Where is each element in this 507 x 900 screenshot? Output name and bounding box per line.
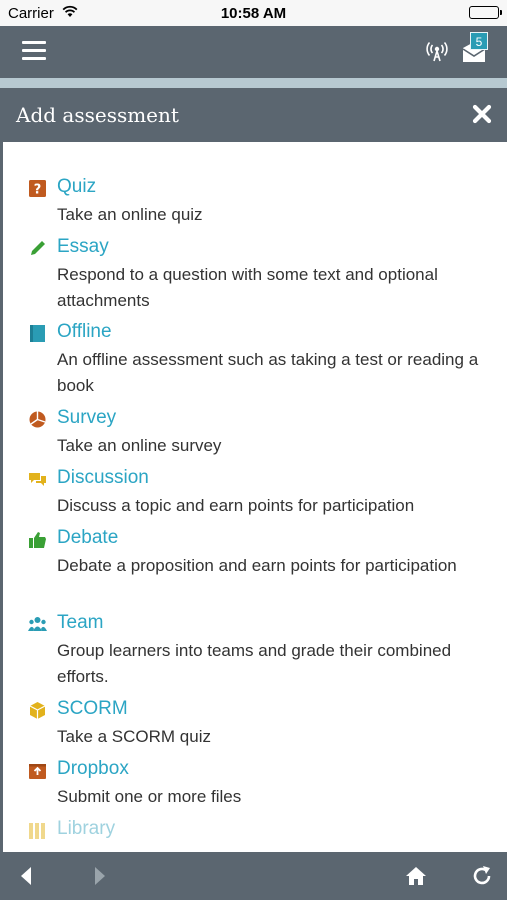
assessment-description: Discuss a topic and earn points for part…	[57, 496, 415, 515]
mail-badge: 5	[470, 32, 488, 50]
assessment-name: Essay	[57, 236, 109, 257]
refresh-button[interactable]	[470, 864, 494, 888]
clock: 10:58 AM	[220, 5, 287, 22]
assessment-description: An offline assessment such as taking a t…	[57, 350, 479, 395]
signal-icon[interactable]	[425, 40, 449, 64]
assessment-name: Quiz	[57, 176, 97, 197]
assessment-name: Team	[57, 612, 104, 633]
menu-icon	[22, 41, 46, 44]
assessment-name: Offline	[57, 321, 112, 342]
assessment-name: Discussion	[57, 467, 149, 488]
close-button[interactable]	[469, 101, 495, 127]
svg-text:?: ?	[34, 183, 42, 198]
refresh-icon	[473, 866, 491, 885]
bottom-toolbar	[0, 852, 507, 900]
forward-icon	[95, 867, 105, 885]
pie-chart-icon	[29, 411, 46, 428]
inbox-icon	[29, 764, 46, 779]
library-icon	[29, 823, 45, 839]
home-button[interactable]	[404, 864, 428, 888]
team-icon	[28, 617, 47, 631]
assessment-name: Survey	[57, 407, 117, 428]
assessment-name: Dropbox	[57, 758, 129, 779]
menu-button[interactable]	[22, 41, 46, 61]
home-icon	[406, 867, 426, 885]
header-accent-strip	[0, 78, 507, 88]
dialog-header: Add assessment	[3, 88, 507, 142]
cube-icon	[29, 702, 46, 719]
book-icon	[30, 325, 45, 342]
app-header: 5	[0, 26, 507, 78]
assessment-description: Respond to a question with some text and…	[57, 265, 438, 310]
app-screen: Carrier 10:58 AM 5 Add assessment ? Quiz…	[0, 0, 507, 900]
dialog-title: Add assessment	[16, 103, 179, 127]
battery-icon	[469, 6, 502, 19]
assessment-name: SCORM	[57, 698, 128, 719]
assessment-name: Library	[57, 818, 116, 839]
pencil-icon	[31, 241, 45, 255]
assessment-name: Debate	[57, 527, 119, 548]
chat-icon	[29, 473, 46, 486]
thumbs-up-icon	[29, 532, 46, 548]
assessment-description: Submit one or more files	[57, 787, 242, 806]
assessment-description: Debate a proposition and earn points for…	[57, 556, 457, 575]
add-assessment-dialog: Add assessment ? Quiz Take an online qui…	[3, 88, 507, 852]
close-icon	[472, 104, 492, 124]
status-bar: Carrier 10:58 AM	[0, 0, 507, 26]
assessment-description: Take an online quiz	[57, 205, 203, 224]
assessment-description: Group learners into teams and grade thei…	[57, 641, 452, 686]
assessment-description: Take an online survey	[57, 436, 222, 455]
back-button[interactable]	[15, 864, 39, 888]
assessment-description: Take a SCORM quiz	[57, 727, 211, 746]
back-icon	[21, 867, 31, 885]
forward-button[interactable]	[87, 864, 111, 888]
quiz-icon: ?	[29, 180, 46, 198]
